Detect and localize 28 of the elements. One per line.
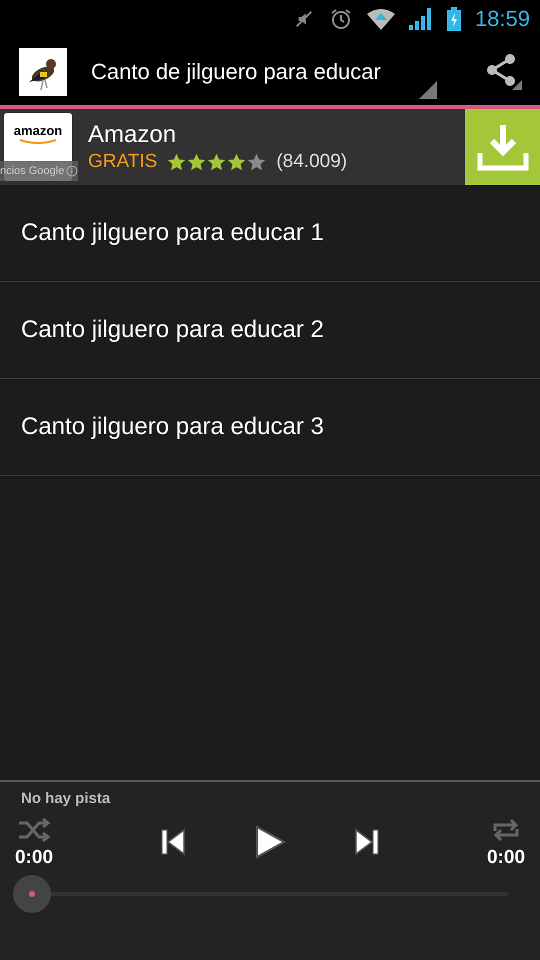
price-label: GRATIS <box>88 151 158 173</box>
ad-banner[interactable]: amazon ncios Google Amazon GRATIS (84.009) <box>0 109 540 185</box>
star-icon <box>207 152 226 172</box>
dropdown-corner-icon <box>419 81 437 99</box>
seek-thumb[interactable] <box>13 875 51 913</box>
star-icon <box>227 152 246 172</box>
app-title: Canto de jilguero para educar <box>91 58 382 84</box>
track-name: No hay pista <box>21 790 112 807</box>
wifi-icon <box>366 8 395 30</box>
clock-time: 18:59 <box>474 6 530 32</box>
alarm-icon <box>328 7 353 31</box>
elapsed-time: 0:00 <box>14 847 54 869</box>
download-button[interactable] <box>465 109 540 185</box>
repeat-icon[interactable] <box>491 817 521 843</box>
info-icon[interactable] <box>66 165 78 177</box>
star-icon <box>167 152 186 172</box>
total-time: 0:00 <box>486 847 526 869</box>
ad-app-name: Amazon <box>88 121 178 149</box>
track-item[interactable]: Canto jilguero para educar 2 <box>0 282 540 379</box>
track-item[interactable]: Canto jilguero para educar 1 <box>0 185 540 282</box>
signal-icon <box>408 8 433 30</box>
track-item[interactable]: Canto jilguero para educar 3 <box>0 379 540 476</box>
review-count: (84.009) <box>276 151 348 173</box>
battery-icon <box>446 7 461 31</box>
app-icon[interactable] <box>19 48 67 96</box>
star-icon <box>247 152 266 172</box>
shuffle-icon[interactable] <box>17 817 51 843</box>
star-icon <box>187 152 206 172</box>
